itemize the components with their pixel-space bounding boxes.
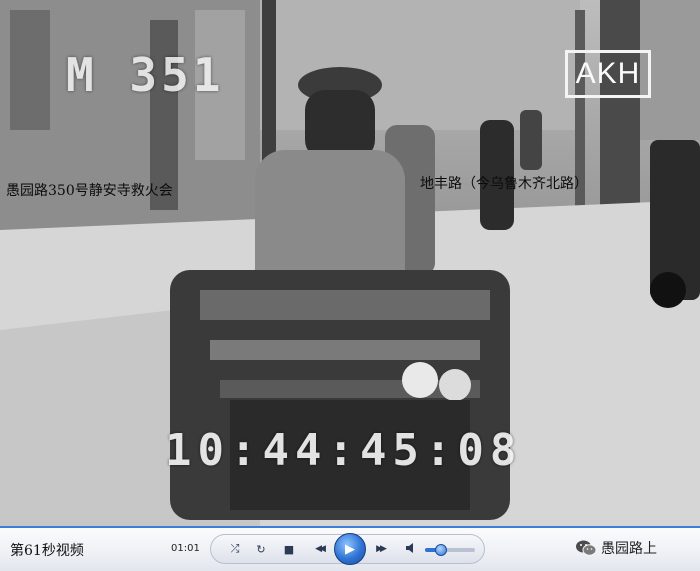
- play-button[interactable]: ▶: [334, 533, 366, 565]
- akh-watermark: AKH: [565, 50, 651, 98]
- account-name: 愚园路上: [601, 541, 657, 557]
- stop-icon: ■: [283, 542, 295, 556]
- previous-button[interactable]: ◀◀: [307, 540, 331, 558]
- location-caption-fire-station: 愚园路350号静安寺救火会: [6, 183, 173, 199]
- screenshot-frame: M 351 AKH 10:44:45:08 愚园路350号静安寺救火会 地丰路（…: [0, 0, 700, 571]
- next-button[interactable]: ▶▶: [368, 540, 392, 558]
- wechat-account-tag: 愚园路上: [575, 538, 657, 558]
- clip-label: 第61秒视频: [10, 543, 84, 559]
- rewind-icon: ◀◀: [315, 544, 326, 554]
- playback-controls: ⤮ ↻ ■ ◀◀ ▶ ▶▶: [210, 533, 485, 565]
- repeat-button[interactable]: ↻: [251, 540, 271, 558]
- stop-button[interactable]: ■: [279, 540, 299, 558]
- wechat-icon: [576, 540, 597, 556]
- watermark-text: AKH: [575, 57, 641, 90]
- speaker-icon: [405, 542, 417, 557]
- volume-knob[interactable]: [435, 544, 447, 556]
- mute-button[interactable]: [401, 540, 421, 558]
- video-frame[interactable]: M 351 AKH 10:44:45:08 愚园路350号静安寺救火会 地丰路（…: [0, 0, 700, 526]
- repeat-icon: ↻: [256, 542, 266, 556]
- player-control-bar: 第61秒视频 01:01 ⤮ ↻ ■ ◀◀ ▶ ▶▶ 愚园路上: [0, 526, 700, 571]
- elapsed-time: 01:01: [171, 543, 200, 554]
- shuffle-icon: ⤮: [230, 542, 240, 555]
- fast-forward-icon: ▶▶: [376, 544, 387, 554]
- play-icon: ▶: [345, 541, 355, 557]
- location-caption-road: 地丰路（今乌鲁木齐北路）: [420, 176, 588, 192]
- volume-slider[interactable]: [425, 544, 475, 556]
- timecode-overlay: 10:44:45:08: [165, 425, 523, 476]
- reel-code-overlay: M 351: [66, 48, 225, 102]
- shuffle-button[interactable]: ⤮: [225, 540, 245, 558]
